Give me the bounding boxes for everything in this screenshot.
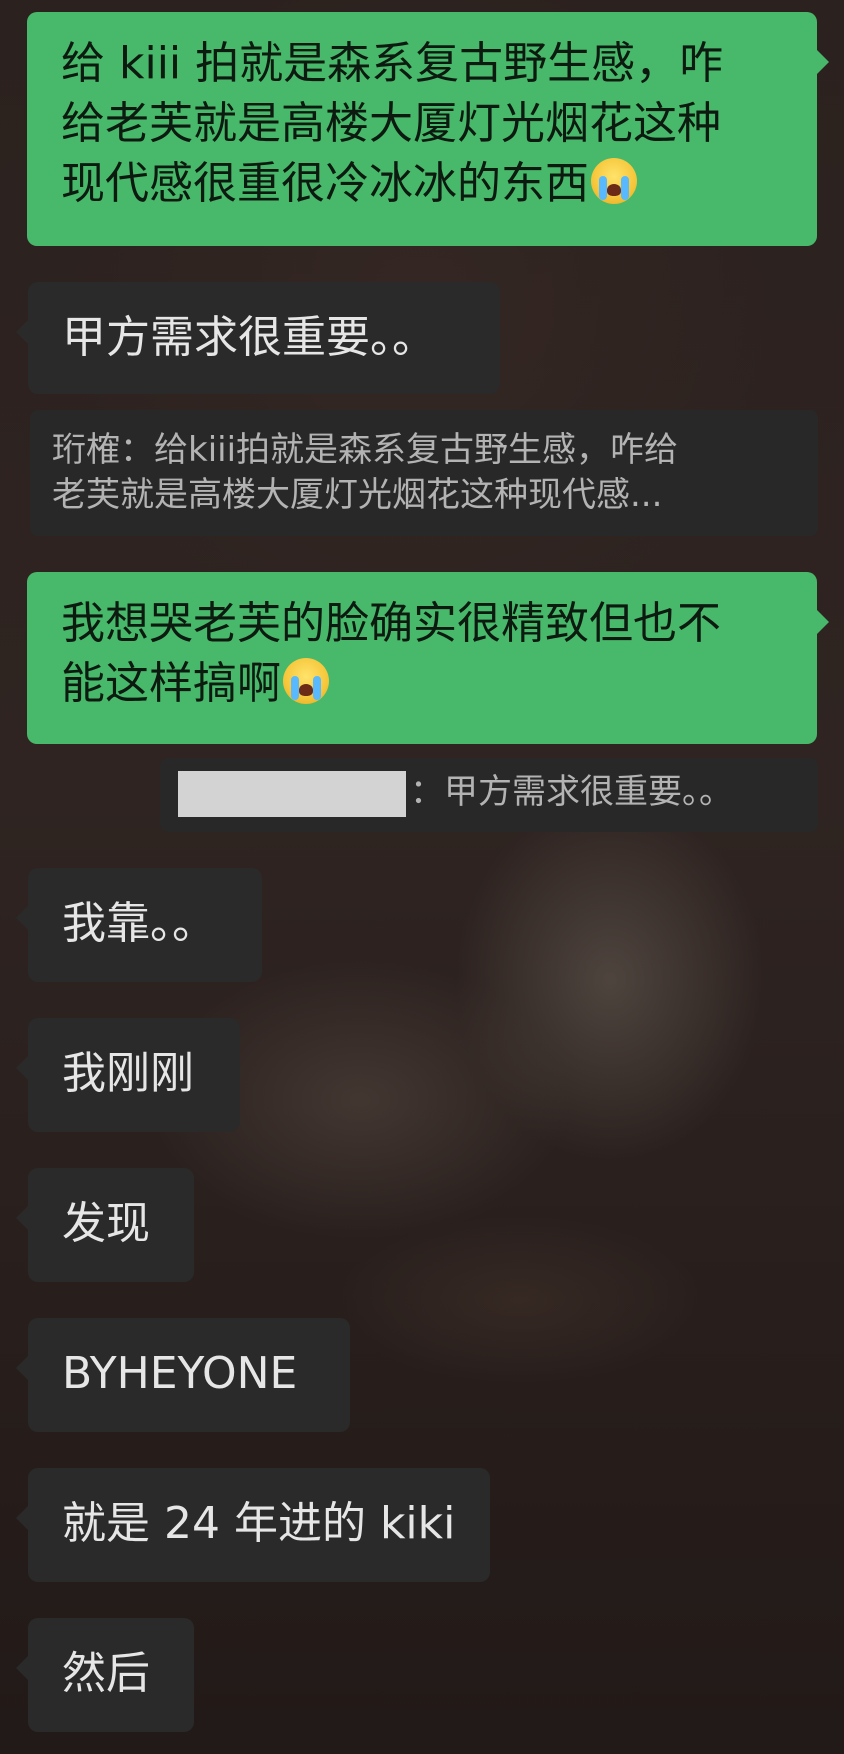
message-line-with-emoji: 能这样搞啊 (61, 654, 783, 714)
message-line-with-emoji: 现代感很重很冷冰冰的东西 (61, 154, 783, 214)
message-text: BYHEYONE (62, 1348, 298, 1399)
message-text: 我靠。。 (62, 898, 216, 949)
quote-text: ：甲方需求很重要。。 (410, 772, 733, 812)
received-message-bubble[interactable]: 然后 (16, 1618, 194, 1732)
quoted-message[interactable]: ：甲方需求很重要。。 (160, 758, 818, 832)
bubble-tail (16, 1206, 28, 1230)
message-text: 就是 24 年进的 kiki (62, 1498, 456, 1549)
quote-line: 珩榷：给kiii拍就是森系复古野生感，咋给 (52, 430, 679, 470)
received-message-bubble[interactable]: 发现 (16, 1168, 194, 1282)
message-text: 甲方需求很重要。。 (62, 312, 436, 363)
message-text: 然后 (62, 1648, 150, 1699)
bubble-tail (16, 1056, 28, 1080)
received-message-bubble[interactable]: BYHEYONE (16, 1318, 350, 1432)
received-message-bubble[interactable]: 我靠。。 (16, 868, 262, 982)
sent-message-bubble[interactable]: 我想哭老芙的脸确实很精致但也不 能这样搞啊 (27, 572, 829, 744)
message-line: 给老芙就是高楼大厦灯光烟花这种 (61, 98, 721, 149)
message-text: 发现 (62, 1198, 150, 1249)
redacted-name (178, 770, 406, 817)
bubble-tail (16, 1656, 28, 1680)
bubble-tail (16, 906, 28, 930)
message-line: 我想哭老芙的脸确实很精致但也不 (61, 598, 721, 649)
quoted-message[interactable]: 珩榷：给kiii拍就是森系复古野生感，咋给 老芙就是高楼大厦灯光烟花这种现代感.… (30, 410, 818, 536)
bubble-tail (817, 50, 829, 74)
message-line: 给 kiii 拍就是森系复古野生感，咋 (61, 38, 724, 89)
bubble-tail (817, 610, 829, 634)
received-message-bubble[interactable]: 甲方需求很重要。。 (16, 282, 500, 394)
message-line: 能这样搞啊 (61, 658, 281, 709)
received-message-bubble[interactable]: 就是 24 年进的 kiki (16, 1468, 490, 1582)
message-text: 我刚刚 (62, 1048, 194, 1099)
sent-message-bubble[interactable]: 给 kiii 拍就是森系复古野生感，咋 给老芙就是高楼大厦灯光烟花这种 现代感很… (27, 12, 829, 246)
loudly-crying-face-emoji-icon (591, 158, 637, 204)
quote-line: 老芙就是高楼大厦灯光烟花这种现代感... (52, 475, 663, 515)
loudly-crying-face-emoji-icon (283, 658, 329, 704)
message-line: 现代感很重很冷冰冰的东西 (61, 158, 589, 209)
received-message-bubble[interactable]: 我刚刚 (16, 1018, 240, 1132)
bubble-tail (16, 320, 28, 344)
bubble-tail (16, 1356, 28, 1380)
bubble-tail (16, 1506, 28, 1530)
